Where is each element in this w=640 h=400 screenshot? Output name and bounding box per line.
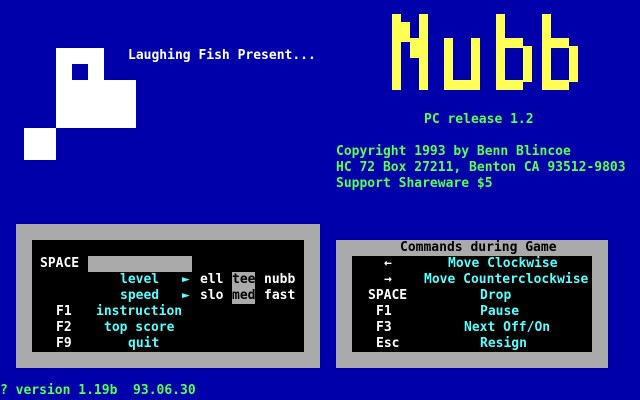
presenter-text: Laughing Fish Present... — [128, 48, 316, 63]
speed-option-med[interactable]: med — [232, 288, 256, 304]
level-arrow-icon: ► — [182, 272, 190, 287]
command-key-f1: F1 — [376, 304, 392, 319]
right-arrow-key-icon: → — [384, 272, 392, 287]
level-option-tee[interactable]: tee — [232, 272, 256, 288]
left-arrow-key-icon: ← — [384, 256, 392, 271]
release-text: PC release 1.2 — [424, 112, 534, 127]
menu-key-f9: F9 — [56, 336, 72, 351]
command-drop: Drop — [480, 288, 512, 303]
command-pause: Pause — [480, 304, 520, 319]
menu-item-instruction[interactable]: instruction — [96, 304, 182, 320]
command-key-esc: Esc — [376, 336, 400, 351]
level-option-ell[interactable]: ell — [200, 272, 223, 288]
menu-item-quit[interactable]: quit — [128, 336, 159, 352]
speed-option-fast[interactable]: fast — [264, 288, 295, 304]
menu-item-top-score[interactable]: top score — [104, 320, 174, 336]
address-line: HC 72 Box 27211, Benton CA 93512-9803 — [336, 160, 626, 175]
title-graphic — [392, 14, 578, 90]
logo-block-fin — [24, 128, 56, 160]
menu-key-f1: F1 — [56, 304, 72, 319]
command-next-toggle: Next Off/On — [464, 320, 551, 335]
command-move-counterclockwise: Move Counterclockwise — [424, 272, 589, 287]
menu-key-f2: F2 — [56, 320, 72, 335]
command-key-space: SPACE — [368, 288, 408, 303]
logo-block-tail — [104, 80, 136, 128]
speed-option-slo[interactable]: slo — [200, 288, 223, 304]
speed-arrow-icon: ► — [182, 288, 190, 303]
command-move-clockwise: Move Clockwise — [448, 256, 558, 271]
commands-title: Commands during Game — [400, 240, 557, 255]
copyright-line: Copyright 1993 by Benn Blincoe — [336, 144, 571, 159]
speed-label: speed — [120, 288, 160, 303]
command-key-f3: F3 — [376, 320, 392, 335]
space-key-label: SPACE — [40, 256, 80, 271]
version-text: ? version 1.19b 93.06.30 — [0, 383, 196, 398]
command-resign: Resign — [480, 336, 527, 351]
logo-eye — [72, 64, 88, 80]
level-option-nubb[interactable]: nubb — [264, 272, 295, 288]
level-label: level — [120, 272, 160, 287]
logo-block-body — [56, 48, 104, 128]
shareware-line: Support Shareware $5 — [336, 176, 493, 191]
start-game-field[interactable] — [88, 256, 192, 272]
